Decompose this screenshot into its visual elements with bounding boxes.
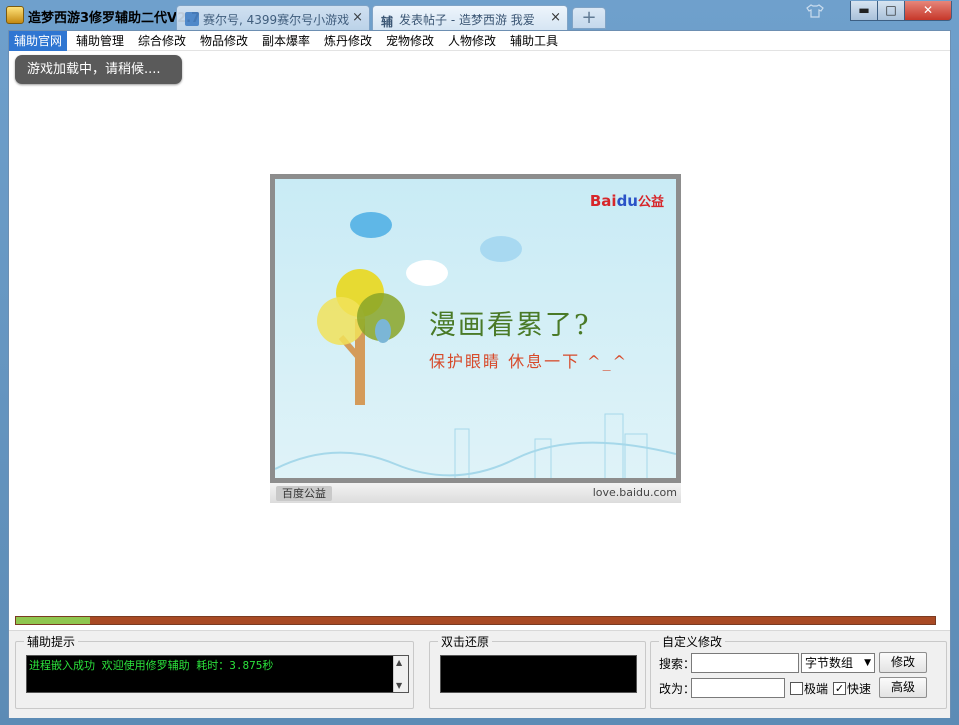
menu-item[interactable]: 辅助工具 — [505, 31, 563, 51]
tips-group: 辅助提示 进程嵌入成功 欢迎使用修罗辅助 耗时：3.875秒 ▲ ▼ — [15, 633, 414, 709]
ad-subline: 保护眼睛 休息一下 ^_^ — [429, 352, 628, 371]
ad-link[interactable]: love.baidu.com — [593, 486, 677, 499]
progress-fill — [16, 617, 90, 624]
loading-progress-bar — [15, 616, 936, 625]
menu-item[interactable]: 人物修改 — [443, 31, 501, 51]
custom-modify-group: 自定义修改 搜索： 字节数组 ▼ 修改 改为： 极端 ✓ 快速 高级 — [650, 633, 947, 709]
window-frame: 造梦西游3修罗辅助二代V2.7 赛尔号, 4399赛尔号小游戏 × 辅发表帖子 … — [0, 0, 959, 725]
close-tab-icon[interactable]: × — [352, 10, 363, 25]
ad-source-badge[interactable]: 百度公益 — [276, 486, 332, 501]
loading-toast: 游戏加载中，请稍候.... — [15, 55, 182, 84]
search-label: 搜索： — [659, 657, 696, 671]
skin-icon[interactable] — [806, 4, 826, 18]
restore-group-label: 双击还原 — [438, 633, 493, 650]
menu-item[interactable]: 综合修改 — [133, 31, 191, 51]
menu-item[interactable]: 物品修改 — [195, 31, 253, 51]
tree-icon — [317, 269, 405, 405]
maximize-button[interactable]: □ — [877, 1, 905, 21]
modify-button[interactable]: 修改 — [879, 652, 927, 673]
browser-tab-post[interactable]: 辅发表帖子 - 造梦西游 我爱 × — [372, 5, 568, 30]
tips-log[interactable]: 进程嵌入成功 欢迎使用修罗辅助 耗时：3.875秒 ▲ ▼ — [26, 655, 409, 693]
ad-headline: 漫画看累了? — [429, 310, 591, 341]
baidu-logo: Baidu公益 — [589, 192, 664, 210]
ad-banner[interactable]: Baidu公益 漫画看累了? 保护眼睛 休息一下 ^_^ 百度公益 love.b… — [270, 174, 681, 503]
tab-label: 赛尔号, 4399赛尔号小游戏 — [203, 13, 350, 27]
custom-group-label: 自定义修改 — [659, 633, 726, 650]
client-area: 辅助官网 辅助管理 综合修改 物品修改 副本爆率 炼丹修改 宠物修改 人物修改 辅助工具 游戏加… — [8, 30, 951, 718]
restore-group: 双击还原 — [429, 633, 646, 709]
change-input[interactable] — [691, 678, 785, 698]
control-panel: 辅助提示 进程嵌入成功 欢迎使用修罗辅助 耗时：3.875秒 ▲ ▼ 双击还原 … — [9, 630, 950, 718]
tips-log-text: 进程嵌入成功 欢迎使用修罗辅助 耗时：3.875秒 — [29, 659, 274, 672]
scroll-down-icon[interactable]: ▼ — [396, 681, 402, 690]
page-icon: 辅 — [381, 15, 394, 29]
tab-label: 发表帖子 - 造梦西游 我爱 — [399, 13, 535, 27]
city-skyline — [275, 413, 676, 478]
browser-tab-seer[interactable]: 赛尔号, 4399赛尔号小游戏 × — [176, 5, 370, 30]
extreme-checkbox[interactable] — [790, 682, 803, 695]
close-tab-icon[interactable]: × — [550, 10, 561, 25]
page-icon — [185, 12, 199, 26]
menu-item[interactable]: 宠物修改 — [381, 31, 439, 51]
ad-image[interactable]: Baidu公益 漫画看累了? 保护眼睛 休息一下 ^_^ — [270, 174, 681, 483]
menu-item[interactable]: 炼丹修改 — [319, 31, 377, 51]
search-input[interactable] — [691, 653, 799, 673]
menu-item[interactable]: 辅助管理 — [71, 31, 129, 51]
cloud-icon — [406, 260, 448, 286]
minimize-button[interactable]: ▬ — [850, 1, 878, 21]
app-icon — [6, 6, 24, 24]
menu-item[interactable]: 副本爆率 — [257, 31, 315, 51]
cloud-icon — [350, 212, 392, 238]
window-title: 造梦西游3修罗辅助二代V2.7 — [28, 11, 201, 26]
menu-item[interactable]: 辅助官网 — [9, 31, 68, 51]
title-bar[interactable]: 造梦西游3修罗辅助二代V2.7 赛尔号, 4399赛尔号小游戏 × 辅发表帖子 … — [0, 0, 959, 30]
type-select[interactable]: 字节数组 ▼ — [801, 653, 875, 673]
advanced-button[interactable]: 高级 — [879, 677, 927, 698]
chevron-down-icon: ▼ — [864, 658, 871, 668]
menu-bar: 辅助官网 辅助管理 综合修改 物品修改 副本爆率 炼丹修改 宠物修改 人物修改 辅助工具 — [9, 31, 950, 51]
restore-area[interactable] — [440, 655, 637, 693]
extreme-label: 极端 — [804, 682, 829, 696]
tips-group-label: 辅助提示 — [24, 633, 79, 650]
new-tab-button[interactable]: + — [572, 7, 606, 29]
fast-checkbox[interactable]: ✓ — [833, 682, 846, 695]
scroll-up-icon[interactable]: ▲ — [396, 658, 402, 667]
close-button[interactable]: ✕ — [904, 1, 952, 21]
change-label: 改为： — [659, 682, 696, 696]
ad-footer: 百度公益 love.baidu.com — [270, 483, 681, 503]
fast-label: 快速 — [847, 682, 872, 696]
tips-scrollbar[interactable]: ▲ ▼ — [393, 656, 408, 692]
cloud-icon — [480, 236, 522, 262]
